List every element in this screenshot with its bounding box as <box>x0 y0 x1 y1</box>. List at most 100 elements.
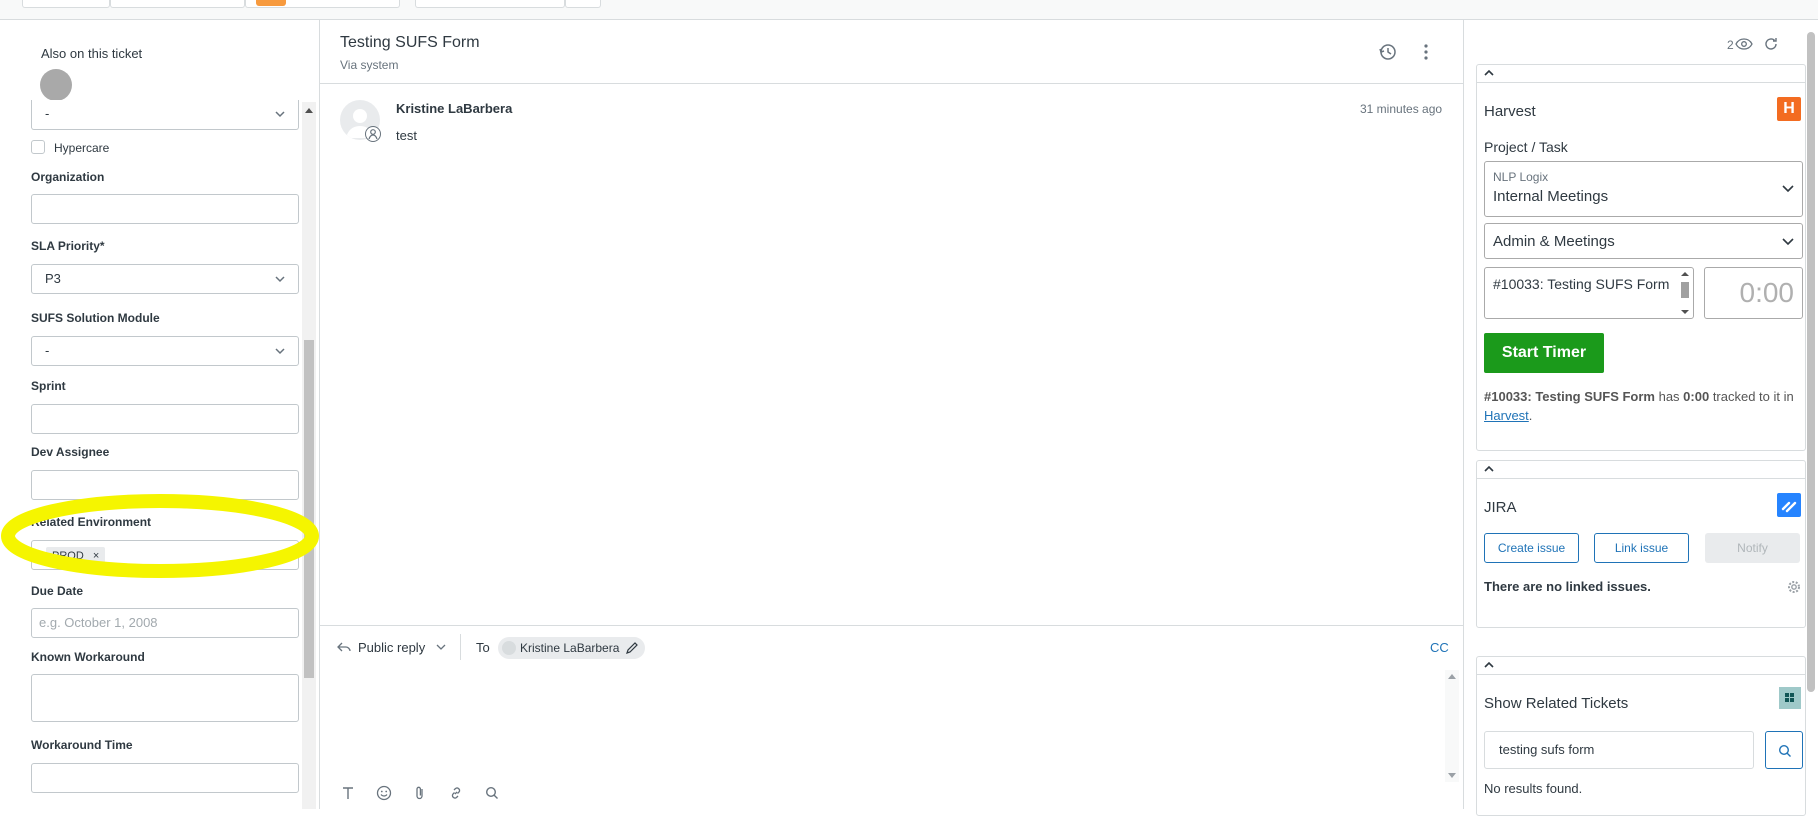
chevron-down-icon[interactable] <box>436 643 446 651</box>
top-tab-active[interactable] <box>245 0 400 8</box>
viewer-count: 2 <box>1727 38 1734 52</box>
link-issue-button[interactable]: Link issue <box>1594 533 1689 563</box>
conversation-pane: Testing SUFS Form Via system Kristine La… <box>320 20 1463 809</box>
jira-title: JIRA <box>1484 499 1517 516</box>
select-value: - <box>45 343 50 358</box>
project-name: Internal Meetings <box>1493 188 1609 205</box>
timer-hours-input[interactable]: 0:00 <box>1704 267 1803 319</box>
card-divider <box>1477 478 1805 479</box>
start-timer-button[interactable]: Start Timer <box>1484 333 1604 373</box>
related-search-button[interactable] <box>1765 731 1803 769</box>
link-icon[interactable] <box>448 785 464 801</box>
client-name: NLP Logix <box>1493 170 1549 184</box>
summary-ticket: #10033: Testing SUFS Form <box>1484 389 1655 404</box>
top-tab[interactable] <box>110 0 245 8</box>
user-type-icon <box>365 126 381 142</box>
sprint-label: Sprint <box>31 379 66 393</box>
message-time: 31 minutes ago <box>1360 102 1443 116</box>
eye-icon <box>1735 37 1753 51</box>
due-date-input[interactable]: e.g. October 1, 2008 <box>31 608 299 638</box>
hypercare-label: Hypercare <box>54 141 110 155</box>
sla-priority-select[interactable]: P3 <box>31 264 299 294</box>
reply-mode-label[interactable]: Public reply <box>358 640 425 655</box>
recipient-chip[interactable]: Kristine LaBarbera <box>498 637 646 659</box>
search-icon[interactable] <box>484 785 500 801</box>
project-task-label: Project / Task <box>1484 139 1568 155</box>
summary-has: has <box>1654 389 1684 404</box>
related-tickets-card: Show Related Tickets testing sufs form N… <box>1476 656 1806 816</box>
avatar[interactable] <box>40 69 72 101</box>
card-divider <box>1477 82 1805 83</box>
emoji-icon[interactable] <box>376 785 392 801</box>
sprint-input[interactable] <box>31 404 299 434</box>
timer-notes-input[interactable]: #10033: Testing SUFS Form <box>1484 267 1694 319</box>
known-workaround-input[interactable] <box>31 674 299 722</box>
message-body: test <box>396 128 417 143</box>
recipient-name: Kristine LaBarbera <box>520 641 620 655</box>
task-select[interactable]: Admin & Meetings <box>1484 223 1803 259</box>
gear-icon[interactable] <box>1787 580 1801 594</box>
time-placeholder: 0:00 <box>1739 277 1795 308</box>
no-results-text: No results found. <box>1484 781 1583 796</box>
notes-scrollbar[interactable] <box>1679 270 1691 316</box>
attachment-icon[interactable] <box>412 785 428 801</box>
jira-app-card: JIRA Create issue Link issue Notify Ther… <box>1476 460 1806 628</box>
dev-assignee-label: Dev Assignee <box>31 445 110 459</box>
summary-end: . <box>1528 408 1533 423</box>
field-select[interactable]: - <box>31 100 299 130</box>
editor-scrollbar[interactable] <box>1445 670 1459 782</box>
related-tickets-logo-icon <box>1779 687 1801 709</box>
apps-scrollbar-thumb[interactable] <box>1807 32 1815 692</box>
apps-pane: 2 Harvest H Project / Task NLP Logix Int… <box>1463 20 1818 816</box>
select-value: P3 <box>45 271 61 286</box>
create-issue-button[interactable]: Create issue <box>1484 533 1579 563</box>
project-select[interactable]: NLP Logix Internal Meetings <box>1484 161 1803 217</box>
to-label: To <box>476 640 490 655</box>
jira-logo-icon <box>1777 493 1801 517</box>
harvest-app-card: Harvest H Project / Task NLP Logix Inter… <box>1476 64 1806 451</box>
text-format-icon[interactable] <box>340 785 356 801</box>
collapse-chevron-icon[interactable] <box>1483 463 1495 475</box>
recipient-avatar <box>502 641 516 655</box>
history-icon[interactable] <box>1378 42 1398 62</box>
hypercare-checkbox[interactable] <box>31 140 45 154</box>
summary-tracked: tracked to it in <box>1709 389 1794 404</box>
refresh-icon[interactable] <box>1763 36 1779 52</box>
highlight-ellipse <box>1 494 319 578</box>
card-divider <box>1477 674 1805 675</box>
sla-priority-label: SLA Priority* <box>31 239 105 253</box>
chevron-down-icon <box>1782 238 1794 246</box>
top-tab[interactable] <box>22 0 110 8</box>
collapse-chevron-icon[interactable] <box>1483 67 1495 79</box>
organization-input[interactable] <box>31 194 299 224</box>
known-workaround-label: Known Workaround <box>31 650 145 664</box>
more-options-icon[interactable] <box>1416 42 1436 62</box>
message-author[interactable]: Kristine LaBarbera <box>396 101 512 116</box>
collapse-chevron-icon[interactable] <box>1483 659 1495 671</box>
workaround-time-input[interactable] <box>31 763 299 793</box>
related-search-input[interactable]: testing sufs form <box>1484 731 1754 769</box>
chevron-down-icon <box>275 276 285 283</box>
sufs-module-label: SUFS Solution Module <box>31 311 160 325</box>
top-tab[interactable] <box>565 0 601 8</box>
cc-link[interactable]: CC <box>1430 640 1449 655</box>
task-name: Admin & Meetings <box>1493 233 1615 250</box>
composer-divider <box>320 625 1463 626</box>
ticket-title: Testing SUFS Form <box>340 34 480 51</box>
harvest-logo: H <box>1777 97 1801 121</box>
due-date-label: Due Date <box>31 584 84 598</box>
related-search-value: testing sufs form <box>1499 742 1595 757</box>
search-icon <box>1778 744 1791 757</box>
also-on-ticket-heading: Also on this ticket <box>41 46 143 61</box>
edit-pencil-icon[interactable] <box>625 641 639 655</box>
sufs-module-select[interactable]: - <box>31 336 299 366</box>
top-tab[interactable] <box>415 0 565 8</box>
due-date-placeholder: e.g. October 1, 2008 <box>39 615 158 630</box>
notify-button[interactable]: Notify <box>1705 533 1800 563</box>
scroll-up-icon[interactable] <box>304 106 314 114</box>
harvest-link[interactable]: Harvest <box>1484 408 1529 423</box>
reply-editor[interactable] <box>340 670 1445 770</box>
chevron-down-icon <box>275 348 285 355</box>
harvest-title: Harvest <box>1484 103 1536 120</box>
reply-arrow-icon <box>337 640 351 654</box>
